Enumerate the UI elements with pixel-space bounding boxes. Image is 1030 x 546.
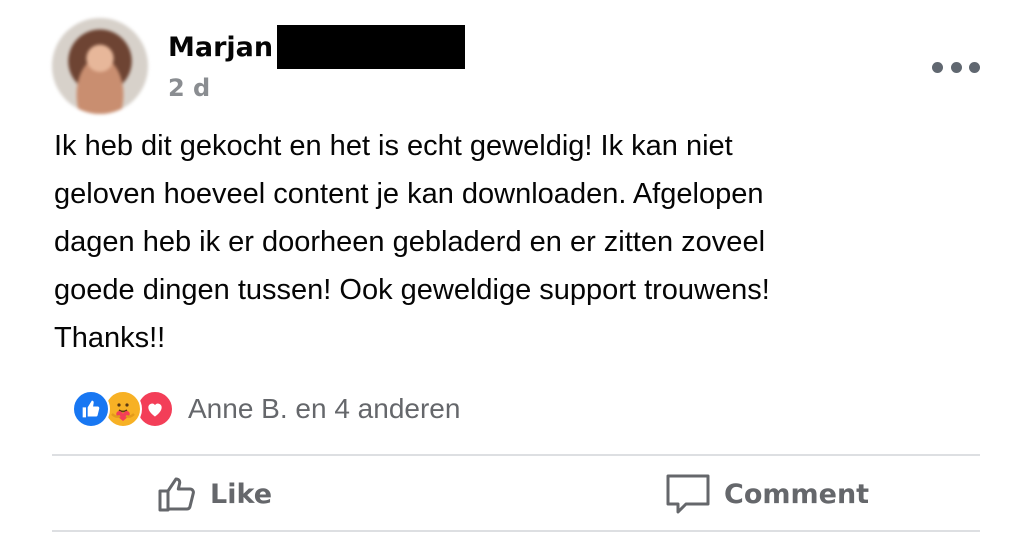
dot — [950, 61, 962, 73]
dot — [969, 61, 980, 73]
divider — [52, 530, 980, 532]
avatar[interactable] — [52, 18, 148, 114]
post-timestamp[interactable]: 2 d — [168, 76, 210, 100]
comment-icon — [664, 471, 712, 517]
author-header: Marjan — [168, 25, 466, 69]
redacted-surname — [277, 25, 466, 69]
like-button[interactable]: Like — [156, 466, 272, 522]
more-options-icon[interactable] — [932, 58, 980, 76]
like-label: Like — [210, 478, 273, 510]
comment-label: Comment — [724, 478, 870, 510]
divider — [52, 454, 980, 456]
comment-button[interactable]: Comment — [664, 466, 869, 522]
dot — [932, 61, 943, 73]
like-reaction-icon — [72, 390, 110, 428]
reactions-summary[interactable]: Anne B. en 4 anderen — [188, 393, 460, 425]
post-text: Ik heb dit gekocht en het is echt geweld… — [54, 130, 770, 354]
thumbs-up-icon — [156, 474, 198, 514]
reaction-icons — [72, 390, 174, 428]
author-name[interactable]: Marjan — [168, 34, 273, 61]
reactions-bar[interactable]: Anne B. en 4 anderen — [72, 390, 460, 428]
